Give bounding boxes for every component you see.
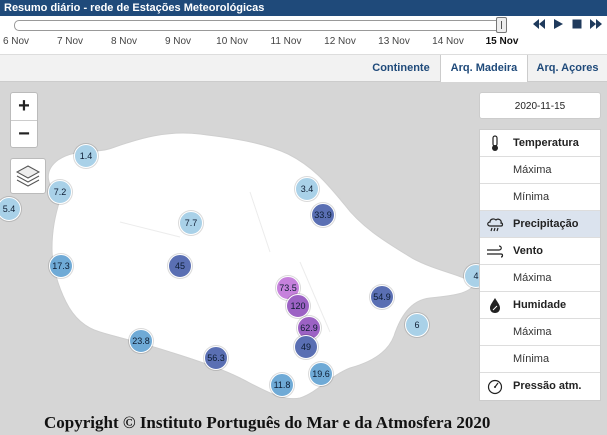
zoom-control: + − (10, 92, 38, 148)
variable-vento[interactable]: Vento (480, 238, 600, 265)
tick-label[interactable]: 14 Nov (418, 36, 478, 47)
timeline-track[interactable] (14, 20, 506, 31)
skip-forward-icon[interactable] (588, 18, 604, 34)
tick-label[interactable]: 7 Nov (40, 36, 100, 47)
variable-label: Precipitação (513, 218, 579, 230)
variable-precipitacao[interactable]: Precipitação (480, 211, 600, 238)
station-marker[interactable]: 17.3 (49, 254, 73, 278)
layers-button[interactable] (10, 158, 46, 194)
skip-back-icon[interactable] (531, 18, 547, 34)
tick-label[interactable]: 11 Nov (256, 36, 316, 47)
station-marker[interactable]: 7.7 (179, 211, 203, 235)
thermometer-icon (486, 135, 504, 152)
variable-pressao[interactable]: Pressão atm. (480, 373, 600, 400)
layers-icon (15, 165, 41, 187)
zoom-out-button[interactable]: − (11, 121, 37, 148)
timeline-handle[interactable] (496, 17, 507, 33)
station-marker[interactable]: 49 (294, 335, 318, 359)
station-marker[interactable]: 23.8 (129, 329, 153, 353)
station-marker[interactable]: 54.9 (370, 285, 394, 309)
date-display[interactable]: 2020-11-15 (479, 92, 601, 119)
play-icon[interactable] (550, 18, 566, 34)
variable-temperatura-maxima[interactable]: Máxima (480, 157, 600, 184)
variable-temperatura[interactable]: Temperatura (480, 130, 600, 157)
variable-humidade-minima[interactable]: Mínima (480, 346, 600, 373)
tick-label[interactable]: 13 Nov (364, 36, 424, 47)
variable-label: Máxima (513, 164, 552, 176)
variable-label: Máxima (513, 272, 552, 284)
window-title: Resumo diário - rede de Estações Meteoro… (0, 0, 607, 16)
station-marker[interactable]: 120 (286, 294, 310, 318)
variable-label: Máxima (513, 326, 552, 338)
variable-label: Pressão atm. (513, 380, 582, 392)
variable-label: Humidade (513, 299, 567, 311)
station-marker[interactable]: 3.4 (295, 177, 319, 201)
tab-arq-madeira[interactable]: Arq. Madeira (440, 55, 528, 82)
copyright-notice: Copyright © Instituto Português do Mar e… (44, 413, 491, 432)
wind-icon (486, 243, 504, 260)
variable-humidade-maxima[interactable]: Máxima (480, 319, 600, 346)
station-marker[interactable]: 33.9 (311, 203, 335, 227)
tab-arq-acores[interactable]: Arq. Açores (528, 55, 607, 82)
variable-list: Temperatura Máxima Mínima Precipitação V… (479, 129, 601, 401)
tick-label[interactable]: 10 Nov (202, 36, 262, 47)
station-marker[interactable]: 45 (168, 254, 192, 278)
variable-label: Vento (513, 245, 543, 257)
tab-continente[interactable]: Continente (362, 55, 440, 82)
station-marker[interactable]: 7.2 (48, 180, 72, 204)
tick-label[interactable]: 8 Nov (94, 36, 154, 47)
timeline: 6 Nov 7 Nov 8 Nov 9 Nov 10 Nov 11 Nov 12… (0, 16, 607, 54)
station-marker[interactable]: 11.8 (270, 373, 294, 397)
variable-vento-maxima[interactable]: Máxima (480, 265, 600, 292)
timeline-ticks: 6 Nov 7 Nov 8 Nov 9 Nov 10 Nov 11 Nov 12… (0, 36, 530, 50)
tick-label[interactable]: 9 Nov (148, 36, 208, 47)
region-tabs: Continente Arq. Madeira Arq. Açores (0, 54, 607, 82)
station-marker[interactable]: 19.6 (309, 362, 333, 386)
rain-cloud-icon (486, 216, 504, 233)
tick-label[interactable]: 12 Nov (310, 36, 370, 47)
variable-label: Mínima (513, 191, 550, 203)
variable-humidade[interactable]: Humidade (480, 292, 600, 319)
station-marker[interactable]: 1.4 (74, 144, 98, 168)
playback-controls (531, 18, 607, 34)
station-marker[interactable]: 56.3 (204, 346, 228, 370)
humidity-drop-icon (486, 297, 504, 314)
tick-label-active[interactable]: 15 Nov (472, 36, 532, 47)
zoom-in-button[interactable]: + (11, 93, 37, 121)
variable-temperatura-minima[interactable]: Mínima (480, 184, 600, 211)
stop-icon[interactable] (569, 18, 585, 34)
variable-label: Mínima (513, 353, 550, 365)
station-marker[interactable]: 6 (405, 313, 429, 337)
pressure-gauge-icon (486, 378, 504, 395)
variable-label: Temperatura (513, 137, 579, 149)
